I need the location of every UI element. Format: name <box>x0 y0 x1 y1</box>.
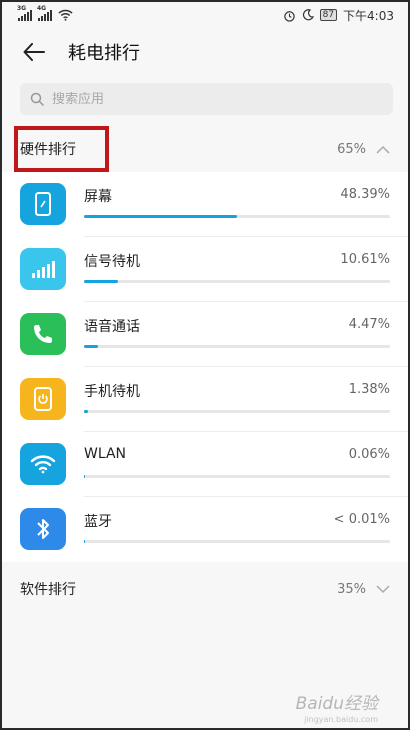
back-button[interactable] <box>20 38 48 66</box>
item-name: 信号待机 <box>84 254 140 270</box>
status-time: 下午4:03 <box>343 8 394 23</box>
page-title: 耗电排行 <box>68 43 140 64</box>
item-value: 1.38% <box>348 382 390 397</box>
item-value: 0.06% <box>348 447 390 462</box>
usage-bar <box>84 540 390 543</box>
phone-screen: 3G 4G 87 下午4:03 耗电排行 搜索应用 硬件排行 65% 屏幕 48… <box>0 0 410 730</box>
cell-signal-icon: 4G <box>37 5 52 21</box>
software-section-header[interactable]: 软件排行 35% <box>2 569 408 609</box>
usage-bar-fill <box>84 540 85 543</box>
usage-bar <box>84 215 390 218</box>
watermark-url: jingyan.baidu.com <box>304 715 378 724</box>
usage-bar-fill <box>84 215 237 218</box>
list-item-voice-call[interactable]: 语音通话 4.47% <box>2 302 408 367</box>
list-item-wlan[interactable]: WLAN 0.06% <box>2 432 408 497</box>
status-bar: 3G 4G 87 下午4:03 <box>2 2 408 28</box>
cell-signal-icon: 3G <box>17 5 32 21</box>
phone-call-icon <box>20 313 66 355</box>
item-name: WLAN <box>84 446 127 462</box>
list-item-phone-standby[interactable]: 手机待机 1.38% <box>2 367 408 432</box>
item-name: 语音通话 <box>84 319 140 335</box>
search-icon <box>30 92 44 106</box>
usage-bar-fill <box>84 345 99 348</box>
software-section-label: 软件排行 <box>20 582 76 598</box>
back-arrow-icon <box>23 43 45 61</box>
usage-bar <box>84 410 390 413</box>
network-type-1: 3G <box>17 4 27 12</box>
usage-bar-fill <box>84 410 89 413</box>
item-value: 48.39% <box>340 187 390 202</box>
chevron-up-icon <box>376 145 390 154</box>
item-name: 屏幕 <box>84 189 112 205</box>
usage-bar <box>84 345 390 348</box>
usage-bar-fill <box>84 280 118 283</box>
list-item-bluetooth[interactable]: 蓝牙 < 0.01% <box>2 497 408 562</box>
item-value: < 0.01% <box>333 512 390 527</box>
battery-indicator: 87 <box>319 9 338 21</box>
phone-screen-icon <box>20 183 66 225</box>
app-header: 耗电排行 <box>2 30 408 74</box>
alarm-clock-icon <box>283 10 295 22</box>
highlight-box <box>14 126 109 172</box>
list-item-signal-standby[interactable]: 信号待机 10.61% <box>2 237 408 302</box>
usage-bar <box>84 475 390 478</box>
software-section-percent: 35% <box>337 581 366 597</box>
usage-bar <box>84 280 390 283</box>
item-name: 手机待机 <box>84 384 140 400</box>
item-value: 4.47% <box>348 317 390 332</box>
item-name: 蓝牙 <box>84 514 112 530</box>
hardware-list: 屏幕 48.39% 信号待机 10.61% 语音通话 4.47% 手机待机 1.… <box>2 172 408 562</box>
moon-icon <box>302 9 314 21</box>
wifi-icon <box>58 9 73 21</box>
search-input[interactable] <box>52 91 352 107</box>
hardware-section-percent: 65% <box>337 141 366 157</box>
wifi-icon <box>20 443 66 485</box>
watermark: Baidu经验 <box>295 694 378 714</box>
usage-bar-fill <box>84 475 85 478</box>
chevron-down-icon <box>376 584 390 593</box>
signal-bars-icon <box>20 248 66 290</box>
network-type-2: 4G <box>37 4 47 12</box>
list-item-screen[interactable]: 屏幕 48.39% <box>2 172 408 237</box>
bluetooth-icon <box>20 508 66 550</box>
search-bar[interactable] <box>20 83 393 115</box>
item-value: 10.61% <box>340 252 390 267</box>
phone-standby-icon <box>20 378 66 420</box>
